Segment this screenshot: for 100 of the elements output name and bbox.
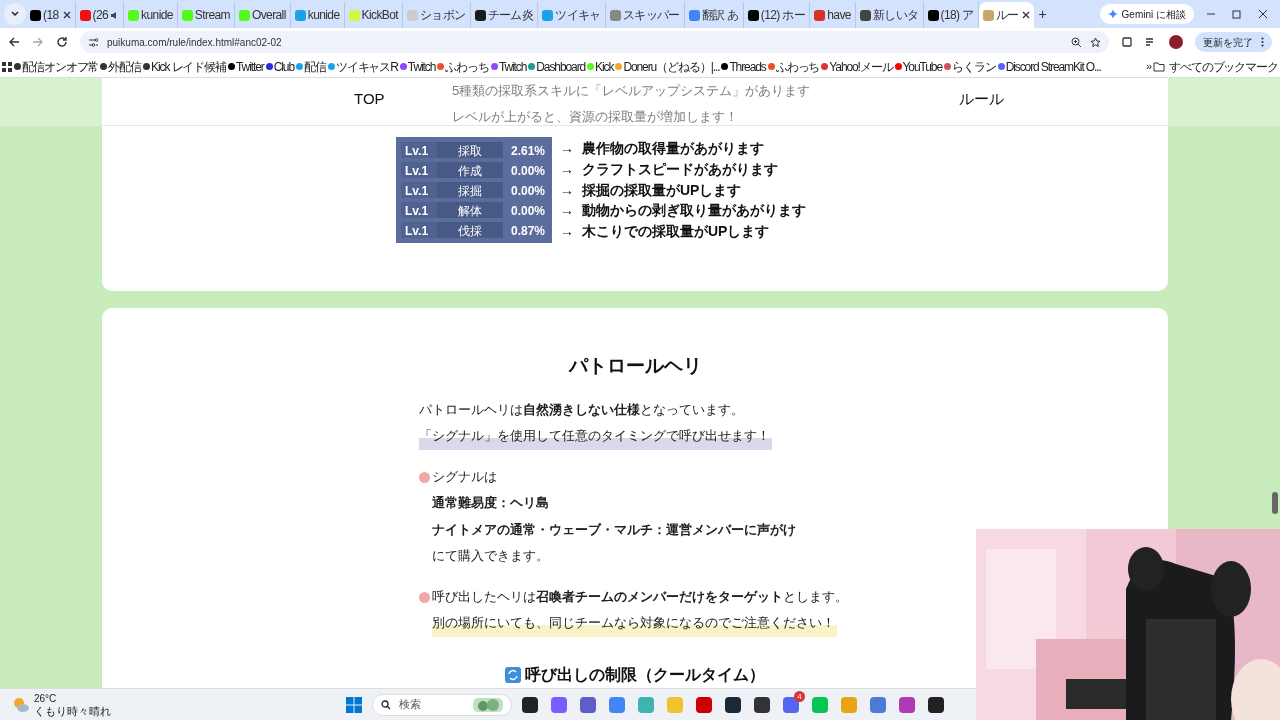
weather-text: くもり時々晴れ: [34, 704, 111, 718]
favicon-icon: [997, 63, 1005, 70]
back-icon[interactable]: [8, 36, 20, 48]
bookmark-link[interactable]: Twitch: [399, 57, 436, 76]
windows-icon[interactable]: [346, 696, 362, 713]
weather-icon: [12, 696, 30, 713]
bookmark-link[interactable]: ツイキャスR: [327, 57, 398, 76]
reload-icon[interactable]: [56, 36, 68, 48]
chevron-down-icon: [10, 9, 20, 19]
tab-title: kunide: [141, 7, 173, 24]
zoom-icon[interactable]: [1071, 36, 1082, 48]
favicon-icon: [615, 63, 623, 70]
bookmark-link[interactable]: Club: [265, 57, 294, 76]
search-field[interactable]: 検索: [372, 693, 512, 716]
bookmark-link[interactable]: Doneru（どねる）|...: [615, 57, 720, 76]
favicon-icon: [528, 63, 536, 70]
favicon-icon: [894, 63, 902, 70]
more-bookmarks-button[interactable]: »: [1145, 58, 1151, 75]
effect-text: 動物からの剥ぎ取り量があがります: [582, 201, 806, 221]
notification-badge: 4: [794, 690, 805, 702]
tab-title: (12) ホー: [760, 7, 806, 24]
taskbar-app-icon[interactable]: [754, 696, 770, 713]
favicon-icon: [944, 63, 952, 70]
bookmark-link[interactable]: 配信: [295, 57, 326, 76]
taskbar-app-icon[interactable]: [522, 696, 538, 713]
search-icon: [381, 699, 391, 710]
favicon-icon: [821, 63, 829, 70]
bookmark-link[interactable]: Discord StreamKit O...: [997, 57, 1101, 76]
sparkle-icon: [1107, 9, 1118, 19]
table-cell-text: 0.00%: [509, 203, 546, 218]
favicon-icon: [238, 9, 250, 21]
bookmark-link[interactable]: Twitter: [228, 57, 264, 76]
table-cell-text: 0.87%: [509, 223, 546, 238]
bookmark-link[interactable]: Threads: [721, 57, 766, 76]
taskbar-app-icon[interactable]: [928, 696, 944, 713]
url-text: puikuma.com/rule/index.html#anc02-02: [107, 35, 282, 50]
bookmark-link[interactable]: 配信オンオフ常: [14, 57, 99, 76]
arrow-text: →: [560, 138, 574, 158]
tab-title: have: [827, 7, 851, 24]
arrow-text: →: [560, 180, 574, 200]
temperature-text: 26°C: [34, 691, 58, 705]
update-button[interactable]: 更新を完了: [1195, 32, 1272, 52]
favicon-icon: [490, 63, 498, 70]
favicon-icon: [982, 9, 994, 21]
bookmark-link[interactable]: 外配信: [100, 57, 141, 76]
favicon-icon: [100, 63, 108, 70]
favicon-icon: [295, 63, 303, 70]
all-bookmarks-link[interactable]: すべてのブックマーク: [1153, 57, 1278, 76]
favicon-icon: [128, 9, 140, 21]
new-tab-button[interactable]: +: [1038, 3, 1047, 25]
table-cell: 伐採: [437, 222, 503, 238]
close-icon[interactable]: [1022, 11, 1031, 19]
taskbar-app-icon[interactable]: [725, 696, 741, 713]
search-placeholder: 検索: [399, 697, 421, 713]
bookmark-link[interactable]: Yahoo!メール: [821, 57, 893, 76]
bookmark-link[interactable]: Twitch: [490, 57, 527, 76]
favicon-icon: [265, 63, 273, 70]
tab-title: スキッパー: [622, 7, 680, 24]
rule-text: 呼び出したヘリは召喚者チームのメンバーだけをターゲットとします。: [432, 587, 848, 606]
table-cell: Lv.1: [401, 202, 437, 218]
close-icon[interactable]: [62, 11, 71, 19]
favicon-icon: [181, 9, 193, 21]
bookmark-link[interactable]: YouTube: [894, 57, 943, 76]
extensions-icon[interactable]: [1121, 36, 1133, 48]
refresh-icon: [505, 666, 521, 683]
tab-title: 翻訳 あ: [701, 7, 739, 24]
favicon-icon: [609, 9, 621, 21]
nav-link[interactable]: TOP: [354, 88, 385, 111]
tab-title: 新しいタ: [872, 7, 919, 24]
intro-text: レベルが上がると、資源の採取量が増加します！: [452, 108, 738, 126]
tab-title: (18: [43, 7, 59, 24]
nav-link[interactable]: ルール: [959, 88, 1004, 111]
scrollbar-thumb[interactable]: [1272, 492, 1278, 514]
avatar-icon[interactable]: [1169, 35, 1183, 49]
gemini-button[interactable]: Gemini に相談: [1099, 4, 1194, 24]
favicon-icon: [767, 63, 775, 70]
bookmark-link[interactable]: ふわっち: [767, 57, 820, 76]
intro-text: 5種類の採取系スキルに「レベルアップシステム」があります: [452, 82, 811, 100]
apps-icon[interactable]: [2, 61, 12, 72]
bookmark-link[interactable]: らくラン: [944, 57, 996, 76]
bookmark-link[interactable]: ふわっち: [437, 57, 489, 76]
close-icon[interactable]: [1258, 9, 1268, 19]
favicon-icon: [814, 9, 826, 21]
address-field[interactable]: puikuma.com/rule/index.html#anc02-02: [80, 31, 1109, 53]
restore-icon[interactable]: [1232, 9, 1242, 19]
browser-tab[interactable]: ルー: [978, 2, 1035, 28]
bookmark-link[interactable]: Dashboard: [528, 57, 586, 76]
bookmark-link[interactable]: Kick: [587, 57, 614, 76]
arrow-text: →: [560, 201, 574, 221]
bookmark-link[interactable]: Kick レイド候補: [143, 57, 227, 76]
favicon-icon: [79, 9, 91, 21]
tab-search-button[interactable]: [4, 3, 26, 25]
table-cell-text: 0.00%: [509, 183, 546, 198]
favicon-icon: [348, 9, 360, 21]
effect-text: クラフトスピードがあがります: [582, 159, 778, 179]
tab-title: ツイキャ: [555, 7, 601, 24]
table-cell-text: 0.00%: [509, 163, 546, 178]
star-icon[interactable]: [1090, 36, 1101, 48]
folder-icon: [1153, 61, 1165, 72]
favicon-icon: [927, 9, 939, 21]
